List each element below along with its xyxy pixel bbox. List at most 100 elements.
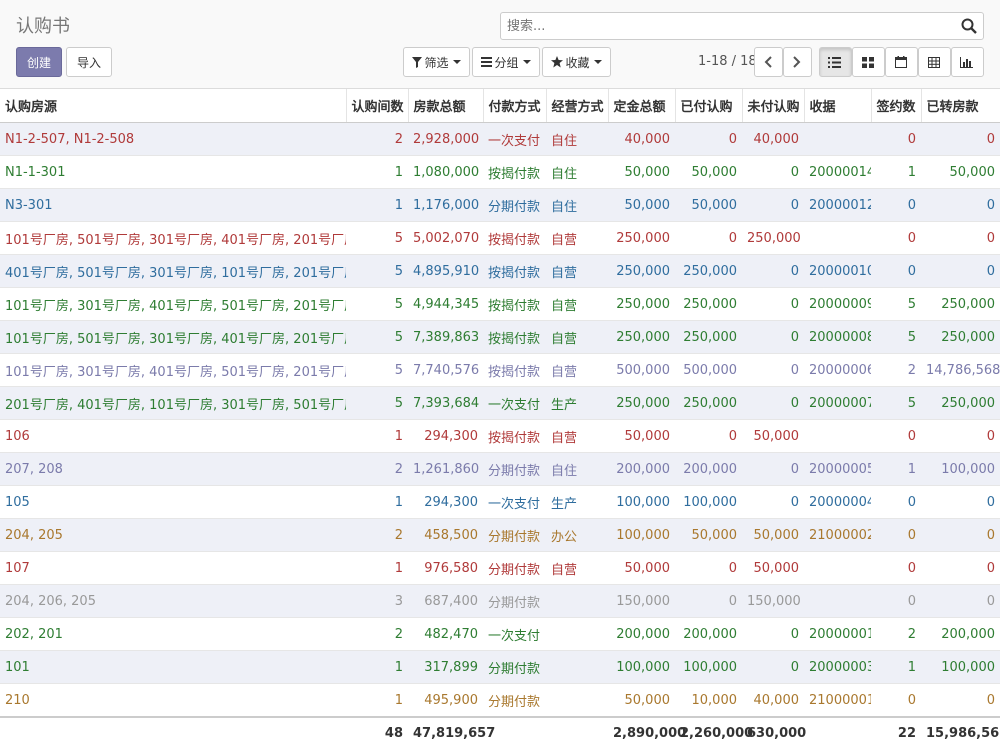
table-row[interactable]: 204, 206, 205 3 687,400 分期付款 150,000 0 150,000… bbox=[0, 584, 1000, 618]
table-cell: 200,000 bbox=[608, 617, 675, 651]
table-cell: 201号厂房, 401号厂房, 101号厂房, 301号厂房, 501号厂房 bbox=[0, 386, 346, 420]
total-cell: 630,000 bbox=[742, 716, 806, 748]
total-cell: 2,260,000 bbox=[675, 716, 753, 748]
th-large-icon bbox=[861, 56, 874, 68]
column-header[interactable]: 认购间数 bbox=[346, 89, 409, 123]
search-icon[interactable] bbox=[961, 18, 977, 34]
bar-chart-icon bbox=[960, 56, 973, 68]
table-cell: 976,580 bbox=[408, 551, 483, 585]
table-row[interactable]: 401号厂房, 501号厂房, 301号厂房, 101号厂房, 201号厂房 5 4… bbox=[0, 254, 1000, 288]
table-row[interactable]: 201号厂房, 401号厂房, 101号厂房, 301号厂房, 501号厂房 5 7… bbox=[0, 386, 1000, 420]
total-cell: 2,890,000 bbox=[608, 716, 686, 748]
column-header[interactable]: 收据 bbox=[804, 89, 872, 123]
chevron-left-icon bbox=[764, 56, 772, 68]
favorites-label: 收藏 bbox=[565, 55, 590, 70]
table-cell: 20000003 bbox=[804, 650, 871, 684]
pager-previous-button[interactable] bbox=[754, 47, 783, 77]
total-cell bbox=[804, 716, 871, 748]
table-cell: N1-2-507, N1-2-508 bbox=[0, 122, 346, 156]
table-row[interactable]: N1-2-507, N1-2-508 2 2,928,000 一次支付 自住 40,000… bbox=[0, 122, 1000, 156]
column-header[interactable]: 已付认购 bbox=[675, 89, 743, 123]
graph-view-button[interactable] bbox=[951, 47, 984, 77]
table-cell: 150,000 bbox=[608, 584, 675, 618]
table-row[interactable]: 105 1 294,300 一次支付 生产 100,000 100,000 0 20000004… bbox=[0, 485, 1000, 519]
table-row[interactable]: 107 1 976,580 分期付款 自营 50,000 0 50,000 0 0 bbox=[0, 551, 1000, 585]
table-row[interactable]: 204, 205 2 458,500 分期付款 办公 100,000 50,000 50,00… bbox=[0, 518, 1000, 552]
total-cell bbox=[546, 716, 608, 748]
table-cell: 自住 bbox=[546, 155, 608, 189]
import-button[interactable]: 导入 bbox=[66, 47, 112, 77]
table-cell: 0 bbox=[921, 551, 1000, 585]
table-row[interactable]: N1-1-301 1 1,080,000 按揭付款 自住 50,000 50,000 0 200… bbox=[0, 155, 1000, 189]
table-cell: 按揭付款 bbox=[483, 221, 546, 255]
table-cell: 0 bbox=[742, 386, 804, 420]
table-cell: 5 bbox=[871, 287, 921, 321]
table-cell: 20000004 bbox=[804, 485, 871, 519]
favorites-button[interactable]: 收藏 bbox=[542, 47, 611, 77]
table-cell: 0 bbox=[921, 221, 1000, 255]
pager-next-button[interactable] bbox=[783, 47, 812, 77]
column-header[interactable]: 定金总额 bbox=[608, 89, 676, 123]
column-header[interactable]: 未付认购 bbox=[742, 89, 805, 123]
column-header[interactable]: 签约数 bbox=[871, 89, 922, 123]
table-cell: 0 bbox=[921, 419, 1000, 453]
page-title: 认购书 bbox=[16, 16, 70, 37]
table-cell: 0 bbox=[871, 518, 921, 552]
table-cell: 50,000 bbox=[675, 155, 742, 189]
table-cell: 一次支付 bbox=[483, 122, 546, 156]
search-input[interactable] bbox=[501, 13, 953, 39]
table-cell: 250,000 bbox=[608, 386, 675, 420]
table-cell: 1 bbox=[346, 683, 408, 718]
pager-value[interactable]: 1-18 / 18 bbox=[698, 54, 757, 69]
create-button[interactable]: 创建 bbox=[16, 47, 62, 77]
table-row[interactable]: 101 1 317,899 分期付款 100,000 100,000 0 20000003 1 1… bbox=[0, 650, 1000, 684]
table-cell bbox=[804, 584, 871, 618]
filter-button[interactable]: 筛选 bbox=[403, 47, 470, 77]
table-cell: 0 bbox=[675, 551, 742, 585]
column-header[interactable]: 经营方式 bbox=[546, 89, 609, 123]
table-cell: 250,000 bbox=[675, 386, 742, 420]
table-cell: 401号厂房, 501号厂房, 301号厂房, 101号厂房, 201号厂房 bbox=[0, 254, 346, 288]
table-cell: 20000014 bbox=[804, 155, 871, 189]
table-cell: 0 bbox=[921, 122, 1000, 156]
table-cell bbox=[546, 683, 608, 718]
table-cell: 101号厂房, 501号厂房, 301号厂房, 401号厂房, 201号厂房 bbox=[0, 221, 346, 255]
table-cell: 一次支付 bbox=[483, 386, 546, 420]
group-by-button[interactable]: 分组 bbox=[472, 47, 540, 77]
table-cell: 50,000 bbox=[608, 683, 675, 718]
pivot-view-button[interactable] bbox=[918, 47, 951, 77]
table-row[interactable]: 202, 201 2 482,470 一次支付 200,000 200,000 0 20000… bbox=[0, 617, 1000, 651]
table-cell: 按揭付款 bbox=[483, 155, 546, 189]
table-cell: 分期付款 bbox=[483, 452, 546, 486]
table-cell: 7,389,863 bbox=[408, 320, 483, 354]
column-header[interactable]: 已转房款 bbox=[921, 89, 1000, 123]
table-row[interactable]: 207, 208 2 1,261,860 分期付款 自住 200,000 200,000 0 2… bbox=[0, 452, 1000, 486]
column-header[interactable]: 房款总额 bbox=[408, 89, 484, 123]
group-by-label: 分组 bbox=[494, 55, 519, 70]
table-row[interactable]: 210 1 495,900 分期付款 50,000 10,000 40,000 2100000… bbox=[0, 683, 1000, 718]
total-cell: 48 bbox=[346, 716, 408, 748]
table-cell: 按揭付款 bbox=[483, 353, 546, 387]
table-cell: 2 bbox=[346, 518, 408, 552]
table-cell: 0 bbox=[742, 188, 804, 222]
calendar-view-button[interactable] bbox=[885, 47, 918, 77]
column-header[interactable]: 认购房源 bbox=[0, 89, 347, 123]
table-cell: 0 bbox=[742, 485, 804, 519]
table-row[interactable]: 101号厂房, 301号厂房, 401号厂房, 501号厂房, 201号厂房 5 7… bbox=[0, 353, 1000, 387]
table-row[interactable]: 101号厂房, 501号厂房, 301号厂房, 401号厂房, 201号厂房 5 5… bbox=[0, 221, 1000, 255]
table-cell bbox=[804, 419, 871, 453]
table-cell: 100,000 bbox=[608, 650, 675, 684]
table-cell: 自营 bbox=[546, 254, 608, 288]
kanban-view-button[interactable] bbox=[852, 47, 885, 77]
table-row[interactable]: 101号厂房, 301号厂房, 401号厂房, 501号厂房, 201号厂房 5 4… bbox=[0, 287, 1000, 321]
table-row[interactable]: 101号厂房, 501号厂房, 301号厂房, 401号厂房, 201号厂房 5 7… bbox=[0, 320, 1000, 354]
table-cell: 1,261,860 bbox=[408, 452, 483, 486]
table-cell: 207, 208 bbox=[0, 452, 346, 486]
list-view-button[interactable] bbox=[819, 47, 852, 77]
table-row[interactable]: N3-301 1 1,176,000 分期付款 自住 50,000 50,000 0 20000… bbox=[0, 188, 1000, 222]
table-cell: 1,080,000 bbox=[408, 155, 483, 189]
table-row[interactable]: 106 1 294,300 按揭付款 自营 50,000 0 50,000 0 0 bbox=[0, 419, 1000, 453]
table-cell: 100,000 bbox=[608, 485, 675, 519]
column-header[interactable]: 付款方式 bbox=[483, 89, 547, 123]
filter-icon bbox=[412, 56, 423, 68]
